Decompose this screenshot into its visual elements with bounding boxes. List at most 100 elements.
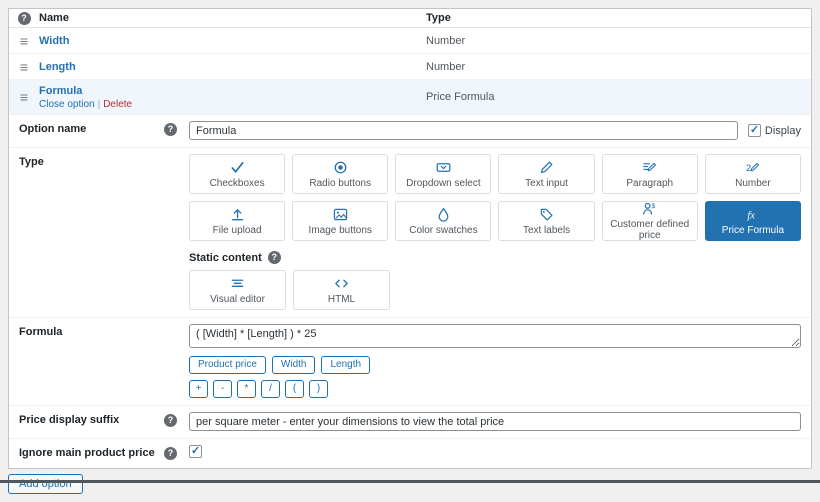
help-icon[interactable]: ? — [164, 414, 177, 427]
ignore-price-label-cell: Ignore main product price ? — [9, 439, 185, 468]
price-display-suffix-label: Price display suffix — [19, 414, 119, 426]
static-content-button[interactable]: HTML — [293, 270, 390, 310]
option-name-input[interactable] — [189, 121, 738, 140]
option-name-label: Option name — [19, 123, 86, 135]
type-option-button[interactable]: Paragraph — [602, 154, 698, 194]
type-option-button[interactable]: 2 Number — [705, 154, 801, 194]
type-option-button[interactable]: $ Customer defined price — [602, 201, 698, 241]
close-option-link[interactable]: Close option — [39, 99, 95, 110]
help-icon[interactable]: ? — [268, 251, 281, 264]
options-panel: ? Name Type ≡ Width | Number — [8, 8, 812, 469]
drag-handle-cell: ≡ — [9, 90, 39, 104]
option-name-link[interactable]: Length — [39, 61, 76, 73]
option-name-link[interactable]: Width — [39, 35, 69, 47]
delete-option-link[interactable]: Delete — [103, 99, 132, 110]
radio-icon — [333, 160, 348, 175]
display-checkbox-field[interactable]: Display — [748, 124, 801, 137]
formula-operator-button[interactable]: ) — [309, 380, 328, 398]
table-row: ≡ Length | Number — [9, 54, 811, 80]
display-checkbox[interactable] — [748, 124, 761, 137]
static-content-button[interactable]: Visual editor — [189, 270, 286, 310]
price-display-suffix-row: Price display suffix ? — [9, 406, 811, 439]
type-option-button[interactable]: Text labels — [498, 201, 594, 241]
type-option-button[interactable]: Text input — [498, 154, 594, 194]
formula-variable-button[interactable]: Product price — [189, 356, 266, 374]
type-label-cell: Type — [9, 148, 185, 317]
formula-content: ( [Width] * [Length] ) * 25 Product pric… — [185, 318, 811, 405]
type-option-label: Dropdown select — [406, 178, 480, 189]
row-actions: Close option|Delete — [39, 99, 426, 110]
type-option-label: Customer defined price — [605, 219, 695, 241]
help-icon[interactable]: ? — [18, 12, 31, 25]
checkbox-box — [189, 445, 202, 458]
drag-handle-cell: ≡ — [9, 60, 39, 74]
option-name-label-cell: Option name ? — [9, 115, 185, 147]
static-content-label-row: Static content ? — [189, 251, 801, 264]
customer-price-icon: $ — [642, 201, 657, 216]
svg-text:$: $ — [652, 203, 656, 210]
formula-operator-button[interactable]: / — [261, 380, 280, 398]
formula-operator-buttons: + - * / ( ) — [189, 380, 801, 398]
formula-operator-button[interactable]: * — [237, 380, 256, 398]
options-table-rows: ≡ Width | Number ≡ Leng — [9, 28, 811, 115]
drag-handle-icon[interactable]: ≡ — [20, 60, 28, 74]
formula-label-cell: Formula — [9, 318, 185, 405]
number-icon: 2 — [745, 160, 760, 175]
type-option-button[interactable]: Checkboxes — [189, 154, 285, 194]
static-option-label: HTML — [328, 294, 355, 305]
ignore-price-row: Ignore main product price ? — [9, 439, 811, 468]
formula-operator-button[interactable]: ( — [285, 380, 304, 398]
ignore-price-checkbox[interactable] — [189, 445, 202, 458]
help-icon[interactable]: ? — [164, 123, 177, 136]
price-display-suffix-content — [185, 406, 811, 438]
option-type-cell: Number — [426, 35, 811, 47]
tag-icon — [539, 207, 554, 222]
text-input-icon — [539, 160, 554, 175]
type-option-button[interactable]: Radio buttons — [292, 154, 388, 194]
option-name-cell: Width | — [39, 35, 426, 47]
type-option-button[interactable]: Dropdown select — [395, 154, 491, 194]
type-option-label: Checkboxes — [210, 178, 265, 189]
svg-text:fx: fx — [748, 210, 756, 221]
formula-icon: fx — [745, 207, 760, 222]
checkbox-box — [748, 124, 761, 137]
option-type-cell: Price Formula — [426, 91, 811, 103]
code-icon — [334, 276, 349, 291]
type-option-button[interactable]: Color swatches — [395, 201, 491, 241]
drag-handle-icon[interactable]: ≡ — [20, 90, 28, 104]
formula-operator-button[interactable]: - — [213, 380, 232, 398]
type-option-button[interactable]: Image buttons — [292, 201, 388, 241]
table-row: ≡ Width | Number — [9, 28, 811, 54]
visual-editor-icon — [230, 276, 245, 291]
type-content: Checkboxes Radio buttons Dropdown select — [185, 148, 811, 317]
option-name-cell: Length | — [39, 61, 426, 73]
formula-row: Formula ( [Width] * [Length] ) * 25 Prod… — [9, 318, 811, 406]
upload-icon — [230, 207, 245, 222]
help-icon[interactable]: ? — [164, 447, 177, 460]
type-option-button[interactable]: fx Price Formula — [705, 201, 801, 241]
droplet-icon — [436, 207, 451, 222]
price-display-suffix-input[interactable] — [189, 412, 801, 431]
option-name-link[interactable]: Formula — [39, 85, 82, 97]
formula-variable-button[interactable]: Length — [321, 356, 370, 374]
option-name-row: Option name ? Display — [9, 115, 811, 148]
formula-label: Formula — [19, 326, 62, 338]
actions-separator: | — [98, 99, 101, 110]
checkbox-icon — [230, 160, 245, 175]
formula-variable-button[interactable]: Width — [272, 356, 316, 374]
option-name-content: Display — [185, 115, 811, 147]
ignore-price-content — [185, 439, 811, 468]
formula-operator-button[interactable]: + — [189, 380, 208, 398]
type-option-label: File upload — [213, 225, 262, 236]
type-option-label: Color swatches — [409, 225, 477, 236]
type-option-button[interactable]: File upload — [189, 201, 285, 241]
type-label: Type — [19, 156, 44, 168]
type-option-label: Price Formula — [722, 225, 784, 236]
static-option-label: Visual editor — [210, 294, 265, 305]
type-option-label: Image buttons — [309, 225, 372, 236]
formula-input[interactable]: ( [Width] * [Length] ) * 25 — [189, 324, 801, 348]
options-table-header: ? Name Type — [9, 9, 811, 28]
add-option-button[interactable]: Add option — [8, 474, 83, 494]
drag-handle-icon[interactable]: ≡ — [20, 34, 28, 48]
type-option-label: Text labels — [523, 225, 570, 236]
